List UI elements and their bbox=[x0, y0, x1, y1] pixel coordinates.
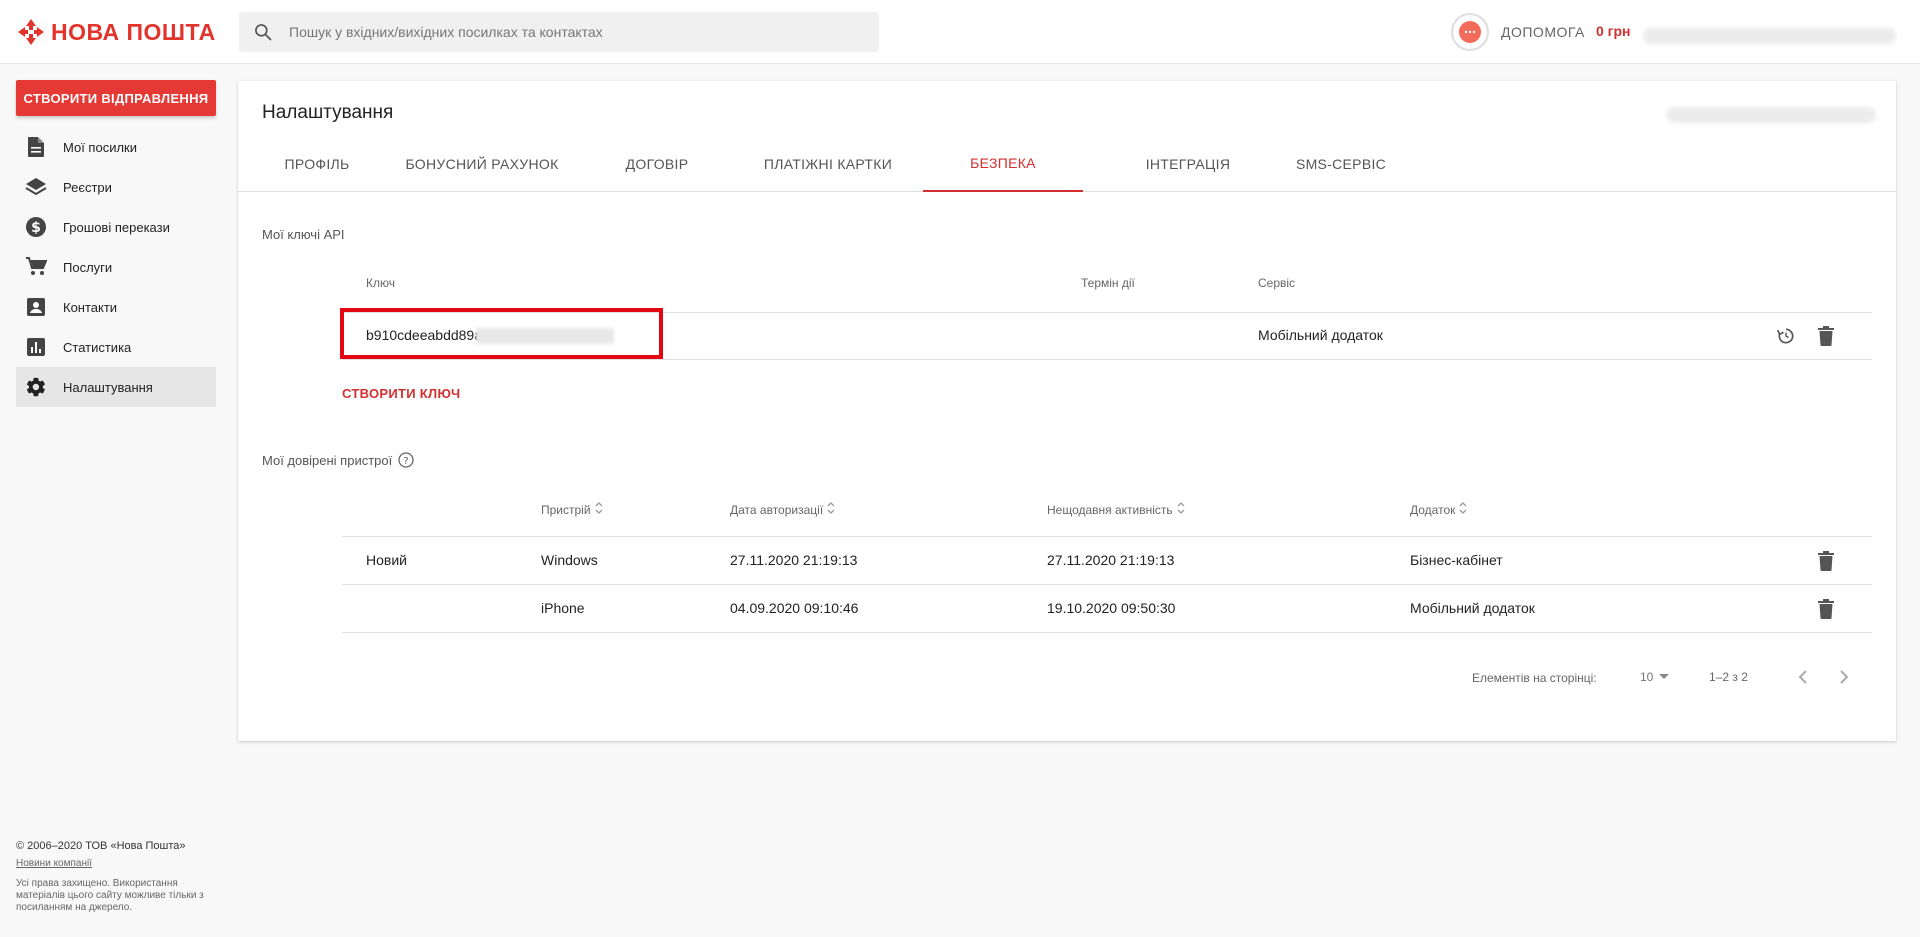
create-key-button[interactable]: СТВОРИТИ КЛЮЧ bbox=[342, 386, 460, 401]
tab-payment-cards[interactable]: ПЛАТІЖНІ КАРТКИ bbox=[748, 136, 908, 192]
column-header-expiry: Термін дії bbox=[1081, 276, 1135, 290]
sidebar-item-my-parcels[interactable]: Мої посилки bbox=[16, 127, 216, 167]
help-circle-icon[interactable]: ? bbox=[398, 452, 414, 468]
search-input[interactable] bbox=[289, 24, 849, 40]
column-header-auth-date[interactable]: Дата авторизації bbox=[730, 501, 836, 518]
api-key-highlight-box bbox=[340, 308, 663, 359]
create-shipment-button[interactable]: СТВОРИТИ ВІДПРАВЛЕННЯ bbox=[16, 80, 216, 116]
column-header-last-activity[interactable]: Нещодавня активність bbox=[1047, 501, 1186, 518]
logo-text: НОВА ПОШТА bbox=[51, 18, 216, 45]
device-status: Новий bbox=[366, 552, 407, 568]
copyright-text: © 2006–2020 ТОВ «Нова Пошта» bbox=[16, 840, 186, 852]
column-header-app[interactable]: Додаток bbox=[1410, 501, 1468, 518]
sort-icon bbox=[1176, 501, 1186, 518]
api-keys-section-label: Мої ключі API bbox=[262, 227, 345, 242]
cart-icon bbox=[24, 255, 48, 279]
sidebar-item-label: Мої посилки bbox=[63, 139, 137, 155]
next-page-icon[interactable] bbox=[1832, 665, 1856, 689]
sidebar-item-contacts[interactable]: Контакти bbox=[16, 287, 216, 327]
sidebar-item-label: Послуги bbox=[63, 259, 113, 275]
previous-page-icon[interactable] bbox=[1791, 665, 1815, 689]
settings-tabs: ПРОФІЛЬ БОНУСНИЙ РАХУНОК ДОГОВІР ПЛАТІЖН… bbox=[238, 136, 1896, 192]
trusted-devices-section-label: Мої довірені пристрої ? bbox=[262, 452, 414, 468]
sidebar-item-registers[interactable]: Реєстри bbox=[16, 167, 216, 207]
sidebar-item-label: Грошові перекази bbox=[63, 219, 170, 235]
sort-icon bbox=[826, 501, 836, 518]
trusted-devices-label-text: Мої довірені пристрої bbox=[262, 452, 393, 468]
column-header-app-label: Додаток bbox=[1410, 502, 1456, 517]
tab-integration[interactable]: ІНТЕГРАЦІЯ bbox=[1108, 136, 1268, 192]
device-auth-date: 04.09.2020 09:10:46 bbox=[730, 600, 859, 616]
column-header-device[interactable]: Пристрій bbox=[541, 501, 604, 518]
account-id-redacted bbox=[1666, 107, 1876, 123]
sidebar-footer: © 2006–2020 ТОВ «Нова Пошта» Новини комп… bbox=[16, 840, 216, 914]
help-chat-icon[interactable] bbox=[1451, 13, 1489, 51]
balance-amount[interactable]: 0 грн bbox=[1596, 23, 1631, 39]
nova-poshta-logo[interactable]: НОВА ПОШТА bbox=[17, 18, 216, 46]
search-bar bbox=[239, 12, 879, 52]
sidebar-item-label: Налаштування bbox=[63, 379, 153, 395]
refresh-key-icon[interactable] bbox=[1774, 324, 1798, 348]
sidebar-item-services[interactable]: Послуги bbox=[16, 247, 216, 287]
svg-text:?: ? bbox=[404, 456, 409, 467]
document-icon bbox=[24, 135, 48, 159]
column-header-device-label: Пристрій bbox=[541, 502, 591, 517]
help-link[interactable]: ДОПОМОГА bbox=[1501, 24, 1585, 40]
api-key-service: Мобільний додаток bbox=[1258, 327, 1383, 343]
device-auth-date: 27.11.2020 21:19:13 bbox=[730, 552, 858, 568]
divider bbox=[342, 359, 1872, 360]
tab-security[interactable]: БЕЗПЕКА bbox=[923, 136, 1083, 192]
contact-icon bbox=[24, 295, 48, 319]
column-header-key: Ключ bbox=[366, 276, 395, 290]
chart-icon bbox=[24, 335, 48, 359]
column-header-last-activity-label: Нещодавня активність bbox=[1047, 502, 1173, 517]
logo-icon bbox=[18, 19, 44, 45]
sidebar-item-label: Реєстри bbox=[63, 179, 112, 195]
tab-profile[interactable]: ПРОФІЛЬ bbox=[262, 136, 372, 192]
divider bbox=[342, 536, 1872, 537]
device-last-activity: 19.10.2020 09:50:30 bbox=[1047, 600, 1176, 616]
sort-icon bbox=[594, 501, 604, 518]
company-news-link[interactable]: Новини компанії bbox=[16, 858, 216, 869]
column-header-service: Сервіс bbox=[1258, 276, 1296, 290]
device-app: Мобільний додаток bbox=[1410, 600, 1535, 616]
sidebar-item-label: Контакти bbox=[63, 299, 118, 315]
items-per-page-select[interactable]: 10 bbox=[1640, 670, 1670, 684]
layers-icon bbox=[24, 175, 48, 199]
sidebar-item-money-transfers[interactable]: $ Грошові перекази bbox=[16, 207, 216, 247]
delete-key-icon[interactable] bbox=[1814, 324, 1838, 348]
sidebar-item-label: Статистика bbox=[63, 339, 132, 355]
items-per-page-value: 10 bbox=[1640, 670, 1654, 684]
search-icon[interactable] bbox=[243, 12, 283, 52]
sidebar-item-statistics[interactable]: Статистика bbox=[16, 327, 216, 367]
gear-icon bbox=[24, 375, 48, 399]
settings-card: Налаштування ПРОФІЛЬ БОНУСНИЙ РАХУНОК ДО… bbox=[238, 81, 1896, 741]
device-last-activity: 27.11.2020 21:19:13 bbox=[1047, 552, 1175, 568]
sidebar-item-settings[interactable]: Налаштування bbox=[16, 367, 216, 407]
column-header-auth-date-label: Дата авторизації bbox=[730, 502, 824, 517]
device-name: iPhone bbox=[541, 600, 585, 616]
user-name-redacted[interactable] bbox=[1643, 28, 1896, 44]
sidebar-nav: Мої посилки Реєстри $ Грошові перекази П… bbox=[16, 127, 216, 407]
items-per-page-label: Елементів на сторінці: bbox=[1472, 671, 1597, 685]
tab-sms-service[interactable]: SMS-СЕРВІС bbox=[1281, 136, 1401, 192]
top-header: НОВА ПОШТА ДОПОМОГА 0 грн bbox=[0, 0, 1920, 64]
pagination-range: 1–2 з 2 bbox=[1709, 670, 1748, 684]
divider bbox=[342, 584, 1872, 585]
sort-icon bbox=[1458, 501, 1468, 518]
dropdown-arrow-icon bbox=[1659, 674, 1670, 680]
delete-device-icon[interactable] bbox=[1814, 549, 1838, 573]
delete-device-icon[interactable] bbox=[1814, 597, 1838, 621]
rights-text: Усі права захищено. Використання матеріа… bbox=[16, 878, 204, 913]
svg-text:$: $ bbox=[31, 220, 41, 236]
divider bbox=[342, 632, 1872, 633]
tab-contract[interactable]: ДОГОВІР bbox=[608, 136, 706, 192]
tab-bonus-account[interactable]: БОНУСНИЙ РАХУНОК bbox=[398, 136, 566, 192]
page-title: Налаштування bbox=[262, 102, 394, 123]
device-name: Windows bbox=[541, 552, 598, 568]
dollar-icon: $ bbox=[24, 215, 48, 239]
device-app: Бізнес-кабінет bbox=[1410, 552, 1503, 568]
